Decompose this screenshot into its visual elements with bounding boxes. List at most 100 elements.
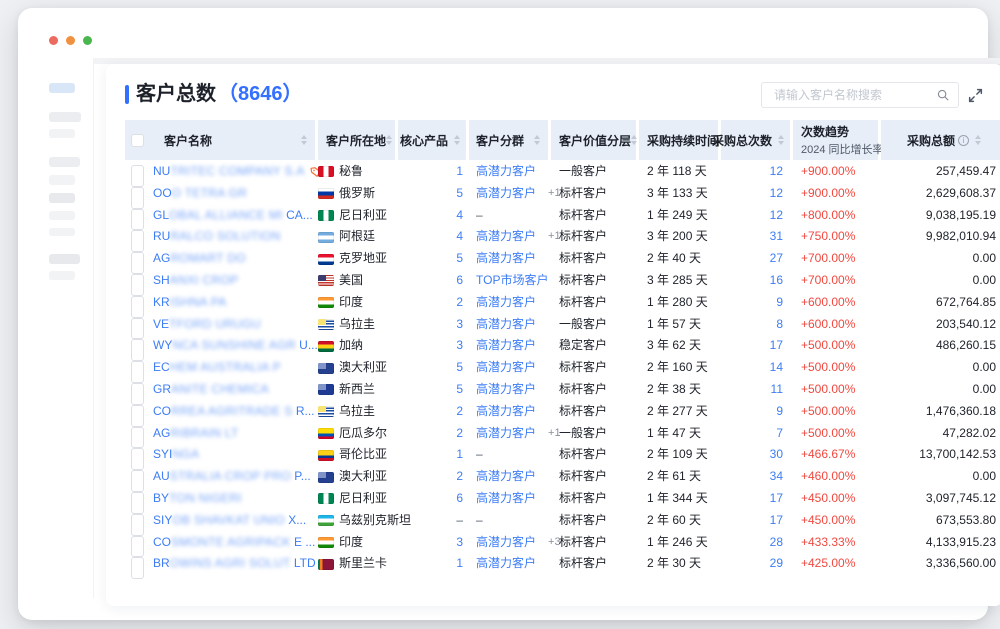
customer-name-link[interactable]: AGRIBRAIN LT	[153, 423, 238, 445]
column-header-5[interactable]: 客户价值分层	[551, 120, 636, 160]
customer-name-link[interactable]: VETFORD URUGU	[153, 314, 261, 336]
core-products-cell[interactable]: 4	[383, 226, 463, 248]
column-header-1[interactable]: 客户名称	[125, 120, 315, 160]
purchase-count-cell[interactable]: 17	[725, 335, 783, 357]
sidebar-item-placeholder[interactable]	[49, 157, 80, 167]
sidebar-item-placeholder[interactable]	[49, 211, 75, 220]
purchase-count-cell[interactable]: 12	[725, 161, 783, 183]
purchase-count-cell[interactable]: 14	[725, 357, 783, 379]
sort-icon[interactable]	[301, 135, 307, 145]
column-header-2[interactable]: 客户所在地	[318, 120, 395, 160]
core-products-cell[interactable]: 2	[383, 401, 463, 423]
customer-name-link[interactable]: BROWINS AGRI SOLUT LTD	[153, 553, 316, 575]
customer-name-link[interactable]: SYINGA	[153, 444, 199, 466]
core-products-cell[interactable]: 1	[383, 444, 463, 466]
core-products-cell[interactable]: 5	[383, 183, 463, 205]
customer-name-link[interactable]: NUTRITEC COMPANY S.A	[153, 161, 305, 183]
segment-link[interactable]: 高潜力客户	[476, 248, 536, 270]
core-products-cell[interactable]: 2	[383, 466, 463, 488]
customer-name-link[interactable]: GLOBAL ALLIANCE MI CA...	[153, 205, 313, 227]
segment-link[interactable]: 高潜力客户	[476, 314, 536, 336]
customer-name-link[interactable]: AUSTRALIA CROP PRO P...	[153, 466, 311, 488]
core-products-cell[interactable]: 5	[383, 248, 463, 270]
customer-name-link[interactable]: OOO TETRA GR	[153, 183, 247, 205]
sort-icon[interactable]	[386, 135, 392, 145]
customer-name-link[interactable]: ECHEM AUSTRALIA P	[153, 357, 281, 379]
segment-link[interactable]: TOP市场客户	[476, 270, 548, 292]
minimize-window-button[interactable]	[66, 36, 75, 45]
fullscreen-expand-icon[interactable]	[967, 87, 984, 104]
column-header-6[interactable]: 采购持续时间	[639, 120, 718, 160]
customer-name-link[interactable]: KRISHNA PA	[153, 292, 227, 314]
purchase-count-cell[interactable]: 11	[725, 379, 783, 401]
segment-link[interactable]: 高潜力客户	[476, 161, 536, 183]
purchase-count-cell[interactable]: 17	[725, 510, 783, 532]
core-products-cell[interactable]: 1	[383, 553, 463, 575]
purchase-count-cell[interactable]: 9	[725, 292, 783, 314]
segment-link[interactable]: 高潜力客户	[476, 183, 536, 205]
customer-name-link[interactable]: BYTON NIGERI	[153, 488, 242, 510]
core-products-cell[interactable]: 2	[383, 292, 463, 314]
segment-link[interactable]: 高潜力客户	[476, 401, 536, 423]
sidebar-item-placeholder[interactable]	[49, 254, 80, 264]
core-products-cell[interactable]: 6	[383, 488, 463, 510]
purchase-count-cell[interactable]: 7	[725, 423, 783, 445]
close-window-button[interactable]	[49, 36, 58, 45]
column-header-3[interactable]: 核心产品	[398, 120, 466, 160]
core-products-cell[interactable]: 3	[383, 335, 463, 357]
segment-link[interactable]: 高潜力客户	[476, 466, 536, 488]
customer-name-link[interactable]: SHANXI CROP	[153, 270, 238, 292]
customer-name-link[interactable]: AGROMART DO	[153, 248, 246, 270]
core-products-cell[interactable]: 5	[383, 379, 463, 401]
column-header-7[interactable]: 采购总次数	[721, 120, 790, 160]
purchase-count-cell[interactable]: 12	[725, 183, 783, 205]
purchase-count-cell[interactable]: 30	[725, 444, 783, 466]
segment-link[interactable]: 高潜力客户	[476, 292, 536, 314]
search-input[interactable]	[772, 87, 936, 103]
sidebar-item-placeholder[interactable]	[49, 193, 75, 203]
segment-link[interactable]: 高潜力客户	[476, 488, 536, 510]
select-all-checkbox[interactable]	[131, 134, 144, 147]
core-products-cell[interactable]: 6	[383, 270, 463, 292]
info-icon[interactable]: i	[958, 135, 969, 146]
sidebar-item-placeholder[interactable]	[49, 228, 75, 236]
customer-name-link[interactable]: GRANITE CHEMICA	[153, 379, 269, 401]
purchase-count-cell[interactable]: 31	[725, 226, 783, 248]
column-header-9[interactable]: 采购总额i	[881, 120, 1000, 160]
customer-name-link[interactable]: RURALCO SOLUTION	[153, 226, 281, 248]
core-products-cell[interactable]: 5	[383, 357, 463, 379]
sidebar-item-placeholder[interactable]	[49, 83, 75, 93]
sort-icon[interactable]	[778, 135, 784, 145]
segment-link[interactable]: 高潜力客户	[476, 379, 536, 401]
purchase-count-cell[interactable]: 17	[725, 488, 783, 510]
core-products-cell[interactable]: 3	[383, 532, 463, 554]
segment-link[interactable]: 高潜力客户	[476, 532, 536, 554]
segment-link[interactable]: 高潜力客户	[476, 226, 536, 248]
sidebar-item-placeholder[interactable]	[49, 112, 81, 122]
customer-name-link[interactable]: SIYOB SHAVKAT UNIO X...	[153, 510, 306, 532]
core-products-cell[interactable]: 4	[383, 205, 463, 227]
segment-link[interactable]: 高潜力客户	[476, 335, 536, 357]
purchase-count-cell[interactable]: 9	[725, 401, 783, 423]
column-header-8[interactable]: 次数趋势2024 同比增长率	[793, 120, 878, 160]
segment-link[interactable]: 高潜力客户	[476, 357, 536, 379]
core-products-cell[interactable]: 3	[383, 314, 463, 336]
sort-icon[interactable]	[631, 135, 637, 145]
core-products-cell[interactable]: 2	[383, 423, 463, 445]
customer-name-link[interactable]: COSMONTE AGRIPACK E ...	[153, 532, 315, 554]
purchase-count-cell[interactable]: 34	[725, 466, 783, 488]
customer-name-link[interactable]: WYNCA SUNSHINE AGR U...	[153, 335, 318, 357]
column-header-4[interactable]: 客户分群	[469, 120, 548, 160]
purchase-count-cell[interactable]: 29	[725, 553, 783, 575]
sidebar-item-placeholder[interactable]	[49, 271, 75, 280]
search-icon[interactable]	[936, 88, 950, 102]
purchase-count-cell[interactable]: 12	[725, 205, 783, 227]
sort-icon[interactable]	[975, 135, 981, 145]
segment-link[interactable]: 高潜力客户	[476, 423, 536, 445]
sort-icon[interactable]	[534, 135, 540, 145]
sidebar-item-placeholder[interactable]	[49, 175, 75, 185]
sort-icon[interactable]	[454, 135, 460, 145]
sidebar-item-placeholder[interactable]	[49, 129, 75, 138]
core-products-cell[interactable]: 1	[383, 161, 463, 183]
purchase-count-cell[interactable]: 28	[725, 532, 783, 554]
